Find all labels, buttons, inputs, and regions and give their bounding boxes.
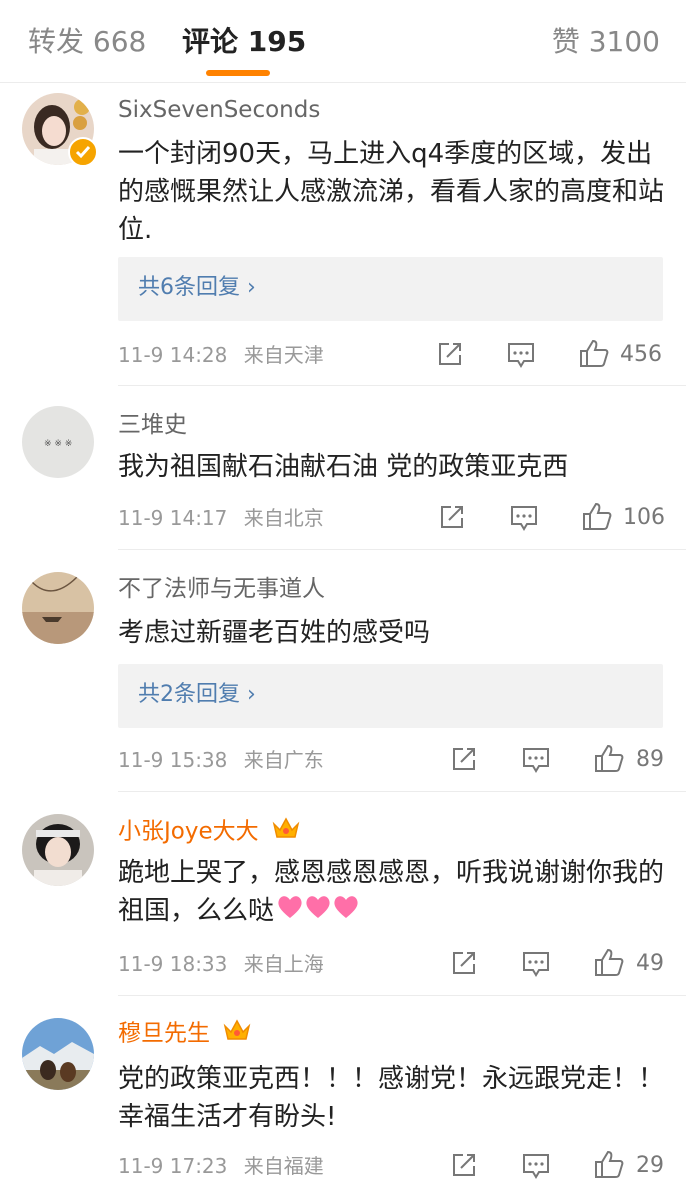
replies-link[interactable]: 共2条回复 ›	[118, 664, 663, 728]
vip-crown-icon	[272, 816, 300, 848]
like-count: 49	[636, 951, 664, 976]
like-count: 89	[636, 747, 664, 772]
like-icon[interactable]	[594, 947, 624, 981]
vip-crown-icon	[223, 1018, 251, 1050]
comment-text-content: 跪地上哭了，感恩感恩感恩，听我说谢谢你我的祖国，么么哒	[118, 858, 665, 926]
comment-location: 来自广东	[243, 748, 324, 772]
like-icon[interactable]	[594, 743, 624, 777]
active-tab-indicator	[206, 70, 270, 76]
comment-item: 不了法师与无事道人 考虑过新疆老百姓的感受吗 共2条回复 › 11-9 15:3…	[0, 550, 686, 792]
repost-icon[interactable]	[437, 341, 463, 371]
comment-username[interactable]: 小张Joye大大	[118, 816, 300, 848]
comment-meta: 11-9 14:28 来自天津	[118, 341, 324, 369]
repost-icon[interactable]	[451, 746, 477, 776]
replies-link[interactable]: 共6条回复 ›	[118, 257, 663, 321]
comment-icon[interactable]	[507, 341, 535, 373]
comment-time: 11-9 18:33	[118, 952, 228, 976]
like-icon[interactable]	[582, 501, 612, 535]
tab-comments[interactable]: 评论 195	[182, 22, 306, 62]
replies-label: 共6条回复 ›	[138, 275, 256, 300]
comment-item: 小张Joye大大 跪地上哭了，感恩感恩感恩，听我说谢谢你我的祖国，么么哒 11-…	[0, 792, 686, 996]
comment-item: ※ ※ ※ 三堆史 我为祖国献石油献石油 党的政策亚克西 11-9 14:17 …	[0, 386, 686, 550]
comment-text: 跪地上哭了，感恩感恩感恩，听我说谢谢你我的祖国，么么哒	[118, 854, 668, 931]
comment-location: 来自北京	[243, 506, 324, 530]
avatar[interactable]	[22, 1018, 94, 1090]
comment-item: 穆旦先生 党的政策亚克西！！！感谢党！永远跟党走！！幸福生活才有盼头! 11-9…	[0, 996, 686, 1200]
comment-time: 11-9 15:38	[118, 748, 228, 772]
tab-repost[interactable]: 转发 668	[28, 22, 146, 62]
comment-item: SixSevenSeconds 一个封闭90天，马上进入q4季度的区域，发出的感…	[0, 83, 686, 386]
repost-icon[interactable]	[439, 504, 465, 534]
like-count: 106	[623, 505, 665, 530]
replies-label: 共2条回复 ›	[138, 682, 256, 707]
comment-meta: 11-9 14:17 来自北京	[118, 504, 324, 532]
comment-location: 来自福建	[243, 1154, 324, 1178]
comment-username[interactable]: 穆旦先生	[118, 1018, 251, 1050]
avatar[interactable]: ※ ※ ※	[22, 406, 94, 478]
comment-location: 来自上海	[243, 952, 324, 976]
like-count: 29	[636, 1153, 664, 1178]
comment-username[interactable]: 三堆史	[118, 410, 187, 440]
avatar[interactable]	[22, 572, 94, 644]
comment-time: 11-9 14:17	[118, 506, 228, 530]
avatar[interactable]	[22, 814, 94, 886]
comment-location: 来自天津	[243, 343, 324, 367]
heart-emoji-icon	[276, 893, 360, 931]
comment-time: 11-9 14:28	[118, 343, 228, 367]
comment-text: 考虑过新疆老百姓的感受吗	[118, 618, 431, 648]
comment-meta: 11-9 18:33 来自上海	[118, 950, 324, 978]
verified-badge-icon	[68, 137, 98, 167]
comment-icon[interactable]	[522, 950, 550, 982]
repost-icon[interactable]	[451, 1152, 477, 1182]
comment-icon[interactable]	[522, 746, 550, 778]
comment-icon[interactable]	[522, 1152, 550, 1184]
like-icon[interactable]	[594, 1149, 624, 1183]
tab-bar: 转发 668 评论 195 赞 3100	[0, 0, 686, 83]
comment-username[interactable]: SixSevenSeconds	[118, 95, 320, 125]
like-count: 456	[620, 342, 662, 367]
comment-time: 11-9 17:23	[118, 1154, 228, 1178]
comment-text: 我为祖国献石油献石油 党的政策亚克西	[118, 452, 569, 482]
comment-username[interactable]: 不了法师与无事道人	[118, 574, 325, 604]
tab-likes[interactable]: 赞 3100	[552, 22, 660, 62]
comment-meta: 11-9 17:23 来自福建	[118, 1152, 324, 1180]
like-icon[interactable]	[579, 338, 609, 372]
comment-meta: 11-9 15:38 来自广东	[118, 746, 324, 774]
username-text: 穆旦先生	[118, 1020, 210, 1047]
comment-text: 一个封闭90天，马上进入q4季度的区域，发出的感慨果然让人感激流涕，看看人家的高…	[118, 139, 665, 245]
comment-text: 党的政策亚克西！！！感谢党！永远跟党走！！幸福生活才有盼头!	[118, 1064, 665, 1132]
repost-icon[interactable]	[451, 950, 477, 980]
svg-text:※ ※ ※: ※ ※ ※	[44, 439, 72, 449]
username-text: 小张Joye大大	[118, 818, 259, 845]
comment-icon[interactable]	[510, 504, 538, 536]
